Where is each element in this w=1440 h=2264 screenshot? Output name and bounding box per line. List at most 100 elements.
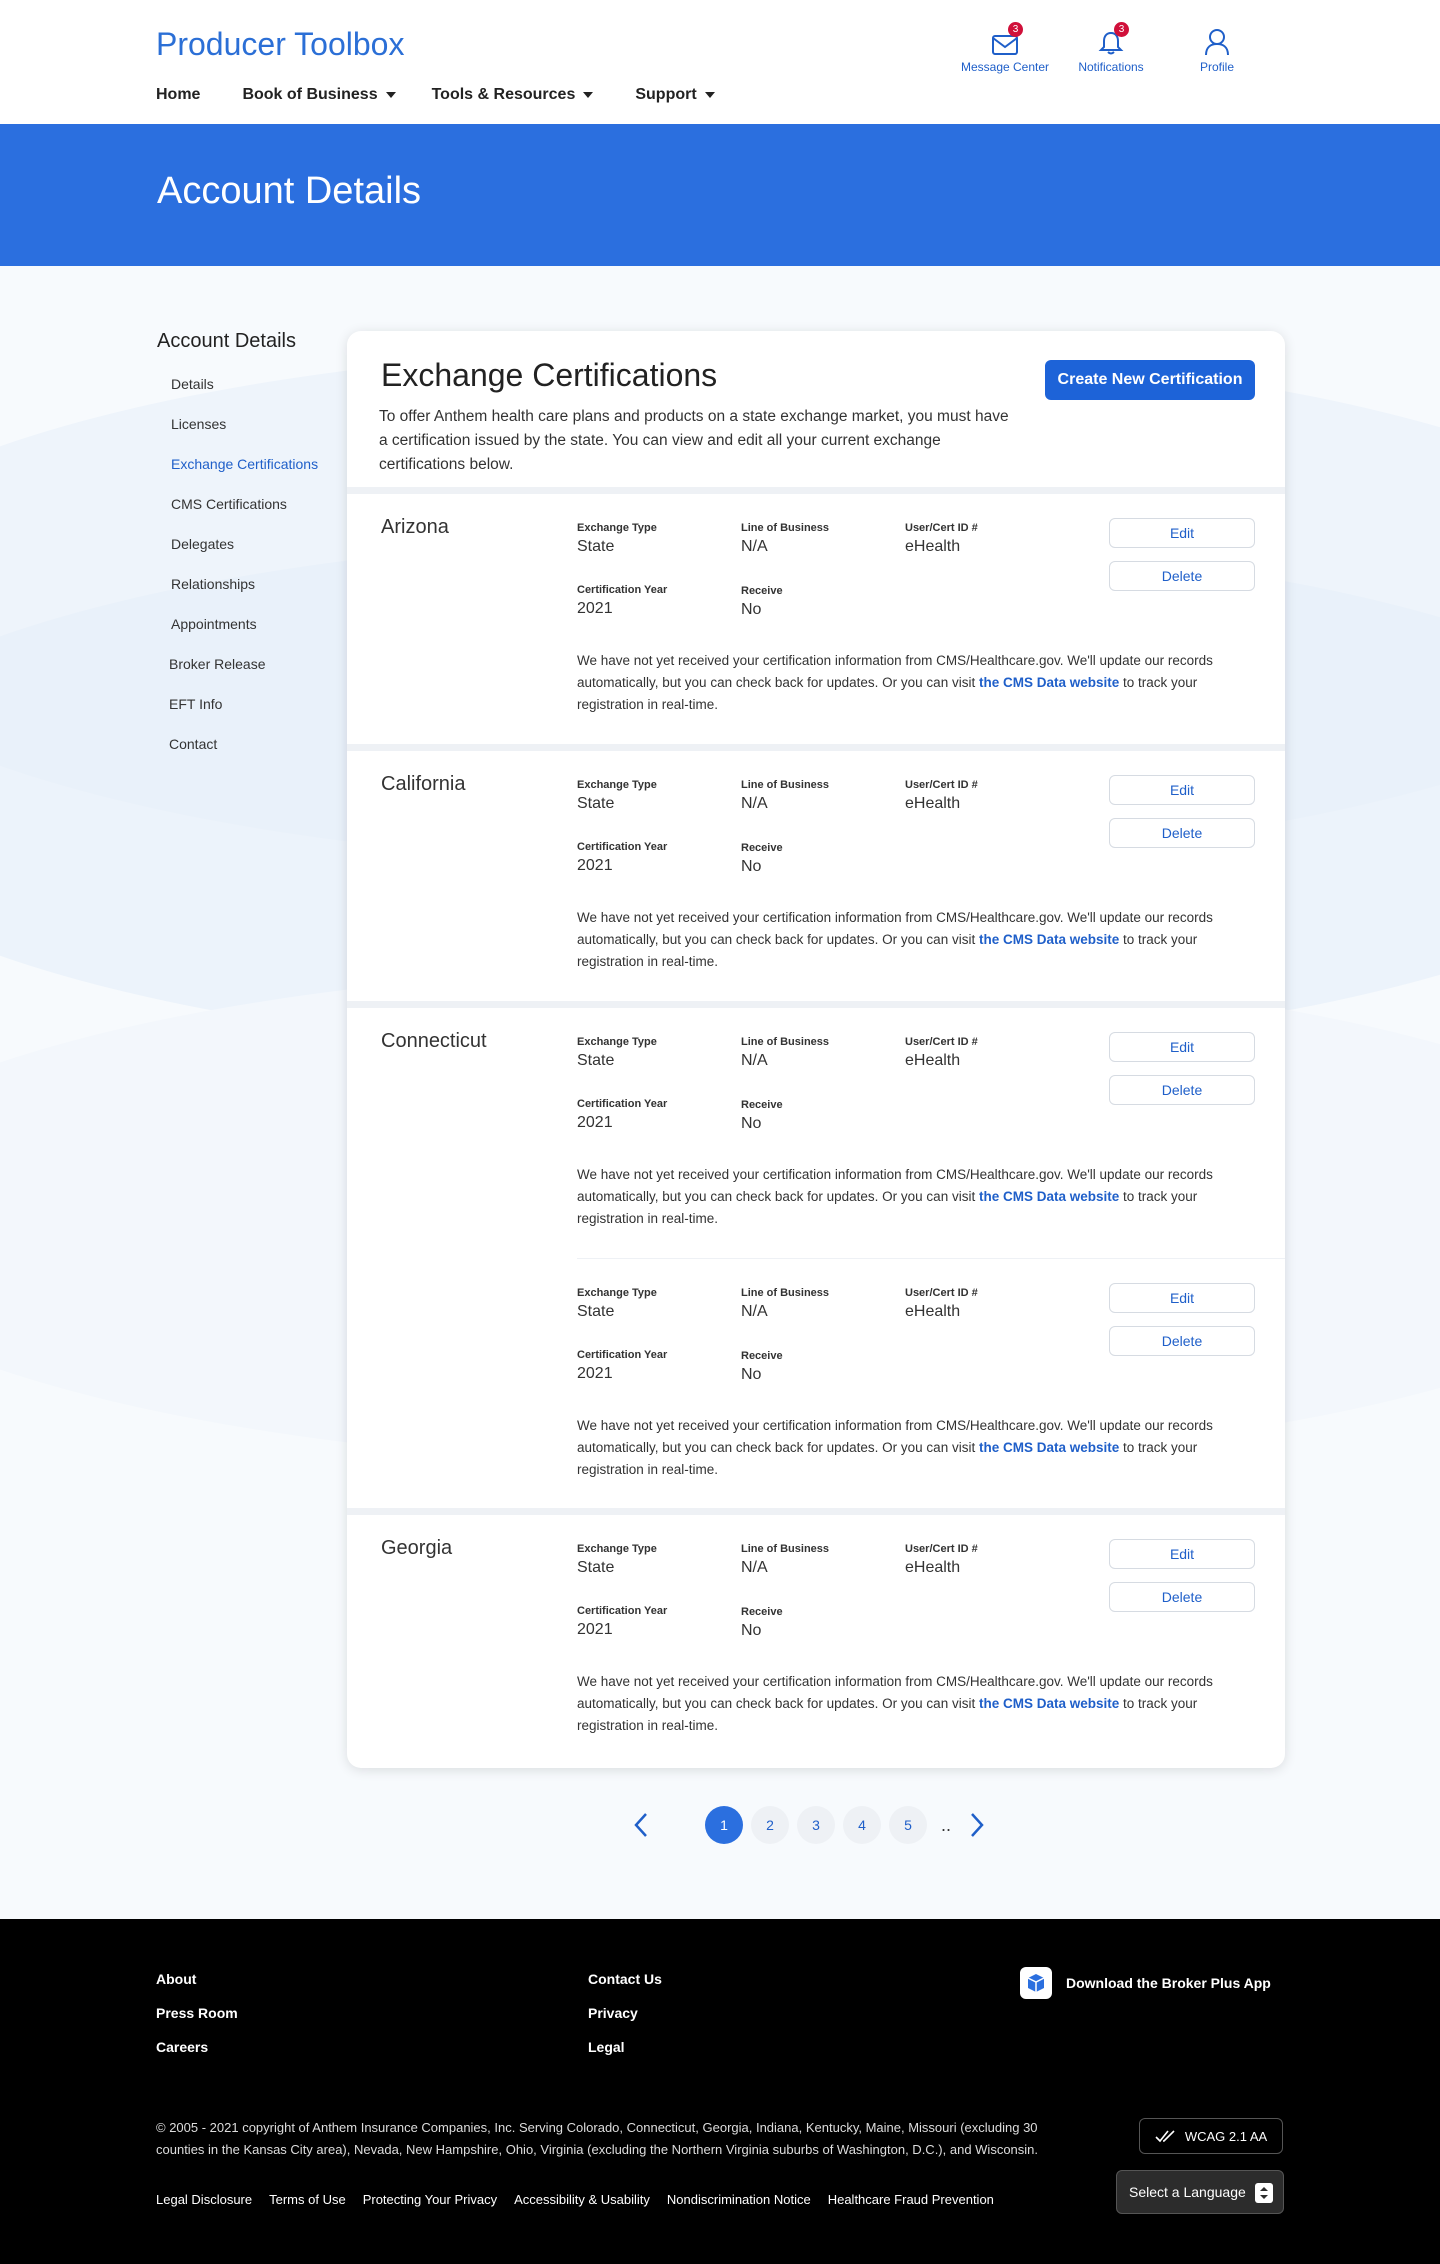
cms-data-link[interactable]: the CMS Data website	[979, 675, 1119, 690]
footer-link-accessibility[interactable]: Accessibility & Usability	[514, 2192, 650, 2207]
nav-tools-resources[interactable]: Tools & Resources	[432, 86, 594, 104]
delete-button[interactable]: Delete	[1109, 1582, 1255, 1612]
sidebar-item-exchange-certifications[interactable]: Exchange Certifications	[157, 454, 318, 494]
edit-button[interactable]: Edit	[1109, 518, 1255, 548]
field-value: eHealth	[905, 795, 961, 812]
select-arrows-icon	[1255, 2183, 1273, 2203]
certification-year-field: Certification Year 2021	[577, 1605, 667, 1639]
page-button[interactable]: 4	[843, 1806, 881, 1844]
receive-field: Receive No	[741, 1606, 783, 1640]
delete-button[interactable]: Delete	[1109, 1075, 1255, 1105]
edit-button[interactable]: Edit	[1109, 1032, 1255, 1062]
field-value: N/A	[741, 538, 768, 555]
footer-link-legal-disclosure[interactable]: Legal Disclosure	[156, 2192, 252, 2207]
certification-year-field: Certification Year 2021	[577, 584, 667, 618]
cms-data-link[interactable]: the CMS Data website	[979, 1189, 1119, 1204]
certification-entry: Exchange Type State Line of Business N/A U…	[577, 1258, 1285, 1508]
create-certification-button[interactable]: Create New Certification	[1045, 360, 1255, 400]
footer-link-protecting-privacy[interactable]: Protecting Your Privacy	[363, 2192, 497, 2207]
delete-button[interactable]: Delete	[1109, 1326, 1255, 1356]
message-center-label: Message Center	[960, 60, 1050, 74]
sidebar-item-licenses[interactable]: Licenses	[157, 414, 318, 454]
sidebar-item-cms-certifications[interactable]: CMS Certifications	[157, 494, 318, 534]
brand-logo[interactable]: Producer Toolbox	[156, 26, 404, 63]
site-header: Producer Toolbox 3 Message Center 3 Noti…	[0, 0, 1440, 124]
certification-entry: Exchange Type State Line of Business N/A U…	[347, 1515, 1285, 1765]
nav-book-of-business[interactable]: Book of Business	[242, 86, 396, 104]
receive-field: Receive No	[741, 1099, 783, 1133]
sidebar-item-eft-info[interactable]: EFT Info	[157, 694, 318, 734]
field-label: Exchange Type	[577, 1036, 657, 1048]
footer-link-careers[interactable]: Careers	[156, 2037, 238, 2071]
nav-home[interactable]: Home	[156, 86, 200, 104]
edit-button[interactable]: Edit	[1109, 1283, 1255, 1313]
cms-status-message: We have not yet received your certificat…	[577, 1671, 1237, 1737]
legal-links: Legal Disclosure Terms of Use Protecting…	[156, 2192, 1011, 2207]
footer-link-press-room[interactable]: Press Room	[156, 2003, 238, 2037]
cms-data-link[interactable]: the CMS Data website	[979, 1440, 1119, 1455]
page-button[interactable]: 2	[751, 1806, 789, 1844]
field-value: State	[577, 1052, 615, 1069]
field-value: N/A	[741, 1052, 768, 1069]
receive-field: Receive No	[741, 842, 783, 876]
sidebar-item-appointments[interactable]: Appointments	[157, 614, 318, 654]
download-app-link[interactable]: Download the Broker Plus App	[1020, 1967, 1271, 1999]
notifications-button[interactable]: 3 Notifications	[1058, 22, 1164, 74]
cms-status-message: We have not yet received your certificat…	[577, 650, 1237, 716]
sidebar-item-relationships[interactable]: Relationships	[157, 574, 318, 614]
delete-button[interactable]: Delete	[1109, 818, 1255, 848]
language-select[interactable]: Select a Language	[1116, 2170, 1284, 2214]
footer-link-nondiscrimination[interactable]: Nondiscrimination Notice	[667, 2192, 811, 2207]
field-label: Exchange Type	[577, 1543, 657, 1555]
next-page-button[interactable]	[963, 1807, 991, 1843]
footer-link-terms-of-use[interactable]: Terms of Use	[269, 2192, 346, 2207]
footer-links-column: About Press Room Careers	[156, 1969, 238, 2071]
field-value: 2021	[577, 857, 613, 874]
footer-link-contact-us[interactable]: Contact Us	[588, 1969, 662, 2003]
double-check-icon	[1155, 2130, 1175, 2143]
profile-button[interactable]: Profile	[1164, 22, 1270, 74]
cms-status-message: We have not yet received your certificat…	[577, 1415, 1237, 1481]
footer-link-legal[interactable]: Legal	[588, 2037, 662, 2071]
nav-support[interactable]: Support	[635, 86, 715, 104]
message-center-button[interactable]: 3 Message Center	[952, 22, 1058, 74]
edit-button[interactable]: Edit	[1109, 1539, 1255, 1569]
sidebar-item-delegates[interactable]: Delegates	[157, 534, 318, 574]
field-value: No	[741, 601, 762, 618]
field-label: User/Cert ID #	[905, 1543, 978, 1555]
footer-link-about[interactable]: About	[156, 1969, 238, 2003]
field-label: Receive	[741, 842, 783, 854]
sidebar-item-broker-release[interactable]: Broker Release	[157, 654, 318, 694]
footer-link-fraud-prevention[interactable]: Healthcare Fraud Prevention	[828, 2192, 994, 2207]
notification-badge: 3	[1114, 22, 1129, 37]
state-section: California Exchange Type State Line of Bu…	[347, 751, 1285, 1008]
field-label: Line of Business	[741, 1036, 830, 1048]
sidebar-item-details[interactable]: Details	[157, 374, 318, 414]
field-label: Line of Business	[741, 779, 830, 791]
pagination: 1 2 3 4 5 ..	[627, 1806, 991, 1844]
caret-down-icon	[704, 92, 715, 98]
footer-link-privacy[interactable]: Privacy	[588, 2003, 662, 2037]
sidebar-item-contact[interactable]: Contact	[157, 734, 318, 774]
previous-page-button[interactable]	[627, 1807, 655, 1843]
cms-data-link[interactable]: the CMS Data website	[979, 932, 1119, 947]
page-button[interactable]: 1	[705, 1806, 743, 1844]
page-button[interactable]: 5	[889, 1806, 927, 1844]
page-button[interactable]: 3	[797, 1806, 835, 1844]
nav-home-label: Home	[156, 86, 201, 103]
field-label: Exchange Type	[577, 522, 657, 534]
card-description: To offer Anthem health care plans and pr…	[379, 408, 1009, 473]
field-label: Line of Business	[741, 522, 830, 534]
message-badge: 3	[1008, 22, 1023, 37]
certifications-card: Exchange Certifications To offer Anthem …	[347, 331, 1285, 1768]
certification-entry: Exchange Type State Line of Business N/A U…	[347, 1008, 1285, 1258]
state-section: Connecticut Exchange Type State Line of B…	[347, 1008, 1285, 1515]
user-cert-id-field: User/Cert ID # eHealth	[905, 779, 978, 813]
cms-data-link[interactable]: the CMS Data website	[979, 1696, 1119, 1711]
field-label: Certification Year	[577, 1098, 668, 1110]
delete-button[interactable]: Delete	[1109, 561, 1255, 591]
wcag-badge[interactable]: WCAG 2.1 AA	[1139, 2118, 1283, 2154]
field-label: Exchange Type	[577, 779, 657, 791]
field-value: 2021	[577, 1365, 613, 1382]
edit-button[interactable]: Edit	[1109, 775, 1255, 805]
